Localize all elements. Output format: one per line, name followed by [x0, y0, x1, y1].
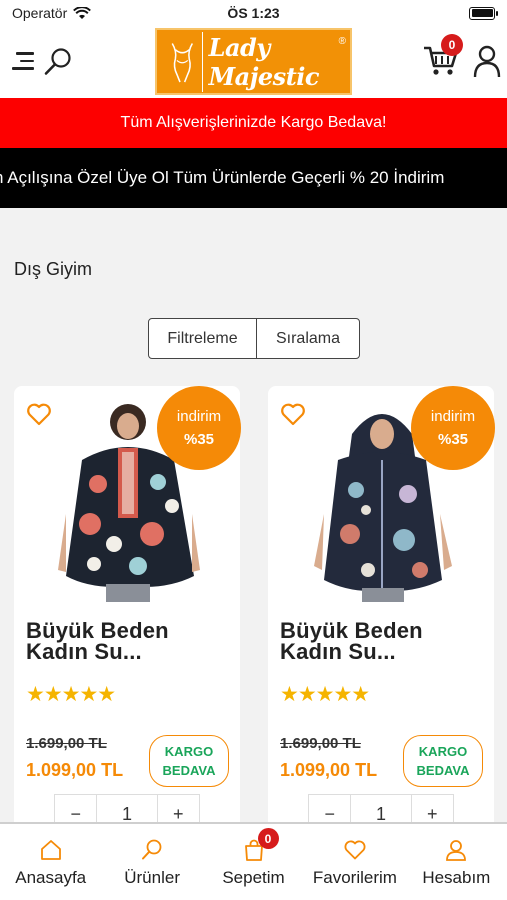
discount-badge: indirim %35	[157, 386, 241, 470]
free-shipping-banner: Tüm Alışverişlerinizde Kargo Bedava!	[0, 98, 507, 148]
shipping-line-2: BEDAVA	[416, 763, 470, 778]
free-shipping-badge: KARGO BEDAVA	[149, 735, 229, 787]
menu-icon[interactable]	[12, 52, 34, 72]
search-icon[interactable]	[42, 46, 74, 78]
carrier-name: Operatör	[12, 5, 68, 21]
tab-favorites[interactable]: Favorilerim	[304, 824, 405, 900]
logo-figure-icon	[171, 31, 203, 92]
battery-icon	[469, 6, 498, 20]
product-card[interactable]: indirim %35 Büyük Beden Kadın Su... ★★★★…	[14, 386, 241, 836]
ticker-text: n Açılışına Özel Üye Ol Tüm Ürünlerde Ge…	[0, 168, 445, 187]
tab-cart-label: Sepetim	[222, 868, 285, 887]
announcement-ticker: n Açılışına Özel Üye Ol Tüm Ürünlerde Ge…	[0, 148, 507, 208]
old-price: 1.699,00 TL	[280, 735, 361, 752]
tab-products[interactable]: Ürünler	[101, 824, 202, 900]
product-name[interactable]: Büyük Beden Kadın Su...	[280, 620, 480, 663]
sort-button[interactable]: Sıralama	[257, 319, 359, 358]
discount-label: indirim	[430, 408, 476, 425]
user-icon	[446, 840, 467, 861]
user-icon[interactable]	[473, 44, 501, 78]
tab-home[interactable]: Anasayfa	[0, 824, 101, 900]
rating-stars: ★★★★★	[280, 683, 370, 706]
cart-tab-badge: 0	[257, 828, 279, 849]
search-icon	[142, 839, 162, 860]
home-icon	[40, 840, 61, 860]
tab-home-label: Anasayfa	[15, 868, 87, 887]
brand-logo[interactable]: Lady Majestic ®	[155, 28, 352, 95]
tab-favorites-label: Favorilerim	[312, 868, 397, 887]
tab-products-label: Ürünler	[124, 868, 180, 887]
bottom-tab-bar: Anasayfa Ürünler 0 Sepetim Favorilerim H…	[0, 822, 507, 900]
filter-sort-bar: Filtreleme Sıralama	[148, 318, 360, 359]
free-shipping-badge: KARGO BEDAVA	[403, 735, 483, 787]
tab-account-label: Hesabım	[422, 868, 491, 887]
product-name[interactable]: Büyük Beden Kadın Su...	[26, 620, 226, 663]
category-title: Dış Giyim	[14, 259, 92, 279]
sale-price: 1.099,00 TL	[280, 760, 378, 780]
tab-account[interactable]: Hesabım	[406, 824, 507, 900]
favorite-heart-icon[interactable]	[280, 402, 306, 426]
favorite-heart-icon[interactable]	[26, 402, 52, 426]
status-bar: Operatör ÖS 1:23	[0, 0, 507, 26]
logo-text: Lady Majestic	[208, 32, 320, 91]
filter-button[interactable]: Filtreleme	[149, 319, 257, 358]
heart-icon	[344, 840, 366, 860]
rating-stars: ★★★★★	[26, 683, 116, 706]
sale-price: 1.099,00 TL	[26, 760, 124, 780]
app-screen: Operatör ÖS 1:23 Lady Majestic ® 0 Tüm A…	[0, 0, 507, 900]
shipping-line-2: BEDAVA	[162, 763, 216, 778]
discount-percent: %35	[437, 431, 469, 448]
wifi-icon	[73, 6, 92, 19]
old-price: 1.699,00 TL	[26, 735, 107, 752]
app-header: Lady Majestic ® 0	[0, 26, 507, 98]
discount-badge: indirim %35	[411, 386, 495, 470]
clock: ÖS 1:23	[227, 5, 280, 21]
cart-count-badge: 0	[441, 34, 463, 56]
shipping-line-1: KARGO	[418, 744, 468, 759]
promo-text: Tüm Alışverişlerinizde Kargo Bedava!	[120, 114, 387, 131]
shipping-line-1: KARGO	[164, 744, 214, 759]
carrier-info: Operatör	[12, 5, 92, 21]
product-card[interactable]: indirim %35 Büyük Beden Kadın Su... ★★★★…	[268, 386, 495, 836]
tab-cart[interactable]: 0 Sepetim	[203, 824, 304, 900]
discount-label: indirim	[176, 408, 222, 425]
discount-percent: %35	[183, 431, 215, 448]
registered-mark: ®	[338, 36, 346, 47]
